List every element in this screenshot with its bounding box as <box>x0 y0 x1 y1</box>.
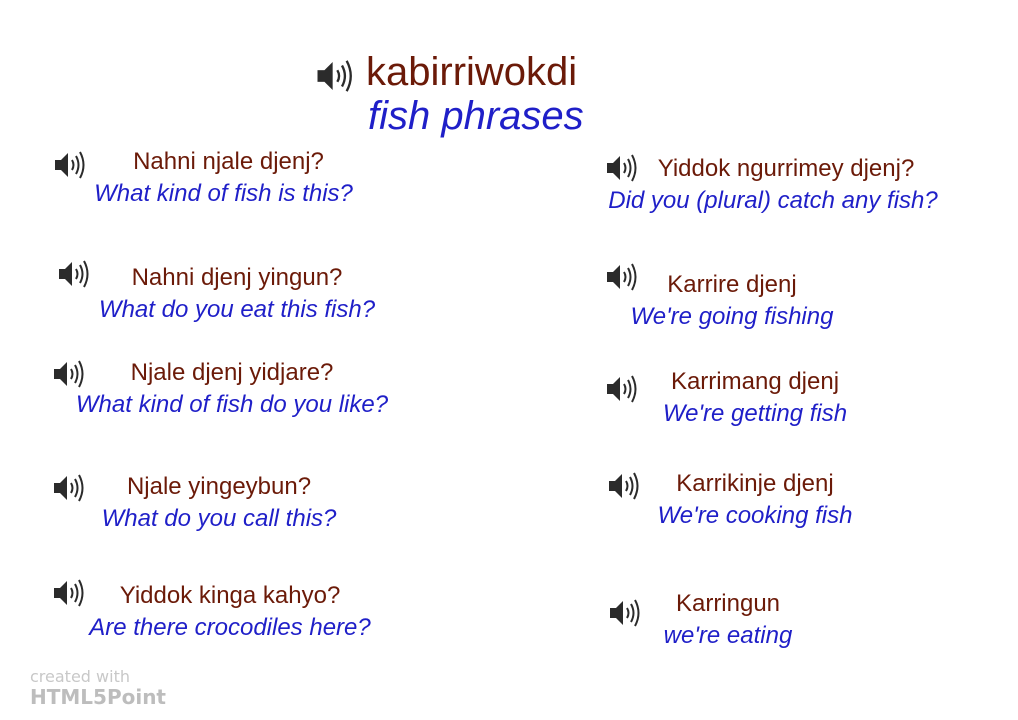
phrase-item: Yiddok ngurrimey djenj? Did you (plural)… <box>574 153 972 217</box>
phrase-item: Njale yingeybun? What do you call this? <box>78 471 360 535</box>
phrase-english: What do you eat this fish? <box>98 296 376 323</box>
phrase-item: Karrimang djenj We're getting fish <box>644 366 866 430</box>
phrase-item: Nahni djenj yingun? What do you eat this… <box>70 262 404 326</box>
phrase-kunwinjku: Karrire djenj <box>667 271 797 298</box>
page-title: kabirriwokdi fish phrases <box>366 50 584 138</box>
phrase-english: What kind of fish do you like? <box>75 391 389 418</box>
phrase-kunwinjku: Nahni djenj yingun? <box>131 264 343 291</box>
phrase-kunwinjku: Yiddok ngurrimey djenj? <box>657 155 915 182</box>
phrase-english: Did you (plural) catch any fish? <box>608 187 938 214</box>
speaker-icon[interactable] <box>604 371 640 407</box>
title-speaker-icon[interactable] <box>314 55 356 97</box>
phrase-item: Karringun we're eating <box>650 588 806 652</box>
title-kunwinjku: kabirriwokdi <box>366 50 578 94</box>
speaker-icon[interactable] <box>607 595 643 631</box>
phrase-item: Yiddok kinga kahyo? Are there crocodiles… <box>60 580 400 644</box>
phrase-item: Nahni njale djenj? What kind of fish is … <box>67 146 380 210</box>
phrase-english: We're getting fish <box>662 400 848 427</box>
phrase-english: We're cooking fish <box>657 502 853 529</box>
phrase-english: Are there crocodiles here? <box>89 614 371 641</box>
phrase-kunwinjku: Nahni njale djenj? <box>133 148 324 175</box>
phrase-kunwinjku: Karrikinje djenj <box>676 470 834 497</box>
phrase-kunwinjku: Njale yingeybun? <box>126 473 312 500</box>
phrase-english: we're eating <box>663 622 793 649</box>
watermark-logo: HTML5Point <box>30 685 166 709</box>
watermark: created with HTML5Point <box>30 667 166 709</box>
phrase-item: Karrikinje djenj We're cooking fish <box>638 468 872 532</box>
speaker-icon[interactable] <box>606 468 642 504</box>
phrase-kunwinjku: Karrimang djenj <box>670 368 840 395</box>
phrase-kunwinjku: Yiddok kinga kahyo? <box>119 582 341 609</box>
phrase-kunwinjku: Karringun <box>675 590 781 617</box>
phrase-english: What kind of fish is this? <box>94 180 353 207</box>
phrase-english: We're going fishing <box>630 303 834 330</box>
phrase-item: Njale djenj yidjare? What kind of fish d… <box>44 357 420 421</box>
watermark-line1: created with <box>30 667 130 686</box>
phrase-item: Karrire djenj We're going fishing <box>610 269 854 333</box>
phrase-english: What do you call this? <box>101 505 337 532</box>
phrase-kunwinjku: Njale djenj yidjare? <box>130 359 334 386</box>
title-english: fish phrases <box>368 94 584 138</box>
